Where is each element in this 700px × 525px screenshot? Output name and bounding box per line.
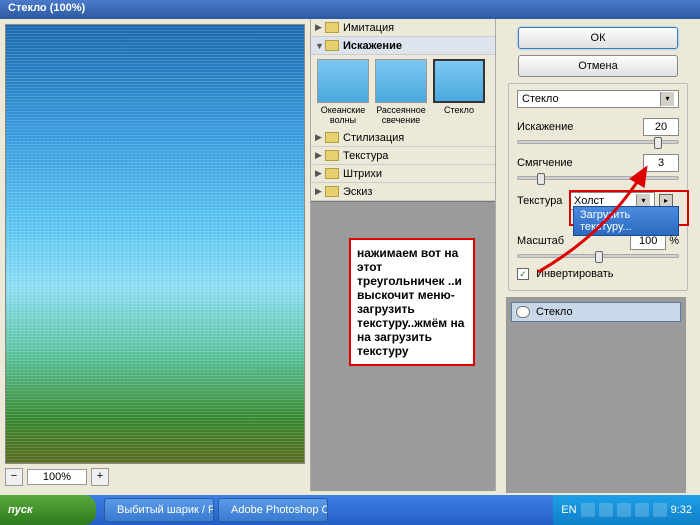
thumb-glass[interactable]: Стекло — [431, 59, 487, 125]
folder-stylization[interactable]: ▶ Стилизация — [311, 129, 495, 147]
window-titlebar: Стекло (100%) — [0, 0, 700, 19]
expand-icon: ▶ — [315, 150, 325, 161]
tray-icon[interactable] — [635, 503, 649, 517]
folder-label: Штрихи — [343, 168, 382, 180]
distortion-slider[interactable] — [517, 140, 679, 144]
folder-icon — [325, 186, 339, 197]
thumbnail-row: Океанские волны Рассеянное свечение Стек… — [311, 55, 495, 129]
expand-icon: ▶ — [315, 168, 325, 179]
taskbar-app-2[interactable]: Adobe Photoshop CS... — [218, 498, 328, 522]
settings-pane: ОК Отмена Стекло ▾ Искажение Смягчение Т… — [496, 19, 700, 491]
folder-icon — [325, 40, 339, 51]
invert-label: Инвертировать — [536, 268, 613, 280]
folder-texture[interactable]: ▶ Текстура — [311, 147, 495, 165]
system-tray: EN 9:32 — [553, 495, 700, 525]
zoom-out-button[interactable]: − — [5, 468, 23, 486]
expand-icon: ▶ — [315, 132, 325, 143]
smoothness-input[interactable] — [643, 154, 679, 172]
texture-row: Текстура Холст ▾ ▸ Загрузить текстуру... — [517, 192, 679, 210]
gallery-empty-area: нажимаем вот на этот треугольничек ..и в… — [311, 201, 495, 491]
tray-icon[interactable] — [617, 503, 631, 517]
load-texture-menu-item[interactable]: Загрузить текстуру... — [573, 206, 679, 236]
scale-slider[interactable] — [517, 254, 679, 258]
visibility-icon[interactable] — [516, 306, 530, 318]
preview-image[interactable] — [5, 24, 305, 464]
thumb-diffuse-glow[interactable]: Рассеянное свечение — [373, 59, 429, 125]
scale-suffix: % — [669, 235, 679, 247]
layer-row[interactable]: Стекло — [511, 302, 681, 322]
folder-distortion[interactable]: ▼ Искажение — [311, 37, 495, 55]
tray-icon[interactable] — [653, 503, 667, 517]
folder-label: Имитация — [343, 22, 394, 34]
zoom-in-button[interactable]: + — [91, 468, 109, 486]
expand-icon: ▶ — [315, 22, 325, 33]
folder-label: Текстура — [343, 150, 388, 162]
effect-layers-pane: Стекло — [506, 297, 686, 493]
distortion-row: Искажение — [517, 118, 679, 136]
folder-sketch[interactable]: ▶ Эскиз — [311, 183, 495, 201]
smoothness-row: Смягчение — [517, 154, 679, 172]
filter-options-group: Стекло ▾ Искажение Смягчение Текстура Хо… — [508, 83, 688, 291]
smoothness-slider[interactable] — [517, 176, 679, 180]
texture-label: Текстура — [517, 195, 569, 207]
tray-icon[interactable] — [599, 503, 613, 517]
folder-strokes[interactable]: ▶ Штрихи — [311, 165, 495, 183]
tray-icon[interactable] — [581, 503, 595, 517]
collapse-icon: ▼ — [315, 41, 325, 51]
expand-icon: ▶ — [315, 186, 325, 197]
layer-name: Стекло — [536, 306, 573, 318]
invert-checkbox[interactable]: ✓ — [517, 268, 529, 280]
start-button[interactable]: пуск — [0, 495, 96, 525]
clock[interactable]: 9:32 — [671, 504, 692, 516]
folder-icon — [325, 168, 339, 179]
folder-icon — [325, 150, 339, 161]
folder-label: Эскиз — [343, 186, 372, 198]
thumb-ocean-waves[interactable]: Океанские волны — [315, 59, 371, 125]
windows-taskbar: пуск Выбитый шарик / Ph... Adobe Photosh… — [0, 495, 700, 525]
distortion-label: Искажение — [517, 121, 637, 133]
ok-button[interactable]: ОК — [518, 27, 678, 49]
preview-pane: − 100% + — [0, 19, 310, 491]
language-indicator[interactable]: EN — [561, 504, 576, 516]
chevron-down-icon: ▾ — [660, 92, 674, 106]
folder-icon — [325, 132, 339, 143]
tutorial-annotation: нажимаем вот на этот треугольничек ..и в… — [349, 238, 475, 366]
main-content: − 100% + ▶ Имитация ▼ Искажение Океанские … — [0, 19, 700, 491]
scale-label: Масштаб — [517, 235, 624, 247]
taskbar-app-1[interactable]: Выбитый шарик / Ph... — [104, 498, 214, 522]
filter-select[interactable]: Стекло ▾ — [517, 90, 679, 108]
zoom-bar: − 100% + — [5, 464, 305, 486]
smoothness-label: Смягчение — [517, 157, 637, 169]
folder-imitation[interactable]: ▶ Имитация — [311, 19, 495, 37]
folder-label: Искажение — [343, 40, 402, 52]
invert-row: ✓ Инвертировать — [517, 268, 679, 280]
folder-label: Стилизация — [343, 132, 404, 144]
distortion-input[interactable] — [643, 118, 679, 136]
cancel-button[interactable]: Отмена — [518, 55, 678, 77]
filter-gallery-pane: ▶ Имитация ▼ Искажение Океанские волны Рас… — [310, 19, 496, 491]
zoom-value[interactable]: 100% — [27, 469, 87, 485]
filter-select-value: Стекло — [522, 93, 559, 105]
folder-icon — [325, 22, 339, 33]
